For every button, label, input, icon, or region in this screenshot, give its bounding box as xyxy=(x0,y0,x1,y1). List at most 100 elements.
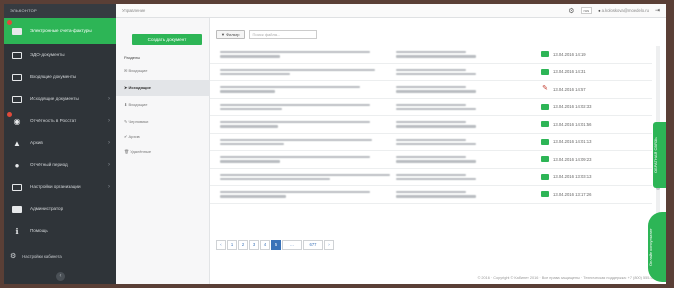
row-meta-blurred xyxy=(396,173,476,183)
page-button[interactable]: › xyxy=(324,240,334,250)
folder-item[interactable]: ✎ Черновики xyxy=(124,119,208,124)
page-button[interactable]: ... xyxy=(282,240,302,250)
table-row[interactable]: ✎ 13.04.2016 14:57 xyxy=(210,81,652,99)
folder-label: Черновики xyxy=(128,119,149,124)
row-date: 13.04.2016 13:03:13 xyxy=(553,174,592,179)
folder-panel: Создать документ Разделы ✉ Входящие ➤ Ис… xyxy=(116,18,210,284)
sidebar-item-org-settings[interactable]: Настройки организации › xyxy=(4,176,116,198)
row-date: 13.04.2016 14:57 xyxy=(553,86,586,92)
status-ok-icon xyxy=(541,51,549,57)
row-title-blurred xyxy=(220,103,380,111)
sidebar-item-outgoing[interactable]: Исходящие документы › xyxy=(4,88,116,110)
create-document-button[interactable]: Создать документ xyxy=(132,34,202,45)
breadcrumb[interactable]: Управление xyxy=(122,8,145,13)
feedback-tab[interactable]: ОБРАТНАЯ СВЯЗЬ xyxy=(653,122,666,188)
sidebar-item-admin[interactable]: Администратор xyxy=(4,198,116,220)
user-icon: ● xyxy=(14,160,20,170)
table-row[interactable]: 13.04.2016 14:19 xyxy=(210,46,652,64)
document-list-panel: ▼ Фильтр Поиск файла... 13.04.2016 14:19… xyxy=(210,18,666,284)
page-button[interactable]: 5 xyxy=(271,240,281,250)
folder-item[interactable]: ✉ Входящие xyxy=(124,68,208,73)
status-ok-icon xyxy=(541,121,549,127)
status-ok-icon xyxy=(541,156,549,162)
sidebar-item-label: ЭДО-документы xyxy=(30,52,65,57)
eye-icon: ◉ xyxy=(13,116,21,126)
folder-item-active[interactable]: ➤ Исходящие xyxy=(116,80,210,96)
table-row[interactable]: 13.04.2016 14:01:56 xyxy=(210,116,652,134)
language-select[interactable]: rus xyxy=(580,7,593,14)
logout-icon[interactable]: ⇥ xyxy=(655,7,660,14)
sidebar-item-period[interactable]: ● Отчётный период › xyxy=(4,154,116,176)
collapse-sidebar-button[interactable]: ‹ xyxy=(56,272,65,281)
folder-item[interactable]: 🗑 Удалённые xyxy=(124,149,208,154)
chevron-right-icon: › xyxy=(108,184,110,190)
gear-icon: ⚙ xyxy=(10,253,17,260)
row-title-blurred xyxy=(220,173,390,181)
table-row[interactable]: 13.04.2016 14:31 xyxy=(210,64,652,81)
sidebar-item-label: Архив xyxy=(30,140,43,145)
sidebar-item-label: Входящие документы xyxy=(30,74,77,79)
sidebar-item-label: Помощь xyxy=(30,228,48,233)
settings-icon[interactable]: ⚙ xyxy=(568,7,574,15)
sidebar-item-label: Администратор xyxy=(30,206,64,211)
row-date: 13.04.2016 14:01:56 xyxy=(553,121,592,127)
table-row[interactable]: 13.04.2016 14:09:23 xyxy=(210,151,652,169)
page-button[interactable]: 2 xyxy=(238,240,248,250)
page-button[interactable]: 3 xyxy=(249,240,259,250)
table-row[interactable]: 13.04.2016 14:02:33 xyxy=(210,99,652,116)
sidebar-item-label: Отчётный период xyxy=(30,162,68,167)
sidebar-item-reports[interactable]: ◉ Отчётность в Росстат › xyxy=(4,110,116,132)
row-title-blurred xyxy=(220,86,380,93)
card-icon xyxy=(10,94,24,104)
footer-copyright: © 2016 · Copyright © Кабинет 2016 · Все … xyxy=(477,276,660,280)
app-window: ЭЛЬКОНТОР Электронные счета-фактуры ЭДО-… xyxy=(4,4,666,284)
user-email: a.koloskova@moedelo.ru xyxy=(601,8,649,13)
row-meta-blurred xyxy=(396,121,476,130)
row-meta-blurred xyxy=(396,156,476,165)
folder-label: Архив xyxy=(128,134,140,139)
page-button[interactable]: 4 xyxy=(260,240,270,250)
row-meta-blurred xyxy=(396,138,476,148)
status-ok-icon xyxy=(541,68,549,75)
sidebar-item-label: Отчётность в Росстат xyxy=(30,118,77,123)
brand: ЭЛЬКОНТОР xyxy=(4,4,116,18)
row-meta-blurred xyxy=(396,68,476,78)
notification-badge xyxy=(7,20,12,25)
page-button[interactable]: ‹ xyxy=(216,240,226,250)
pagination: ‹ 1 2 3 4 5... 677 › xyxy=(216,240,335,250)
search-input[interactable]: Поиск файла... xyxy=(248,29,317,39)
sidebar-item-invoices[interactable]: Электронные счета-фактуры xyxy=(4,18,116,44)
row-title-blurred xyxy=(220,51,380,58)
card-icon xyxy=(10,182,24,192)
invoice-icon xyxy=(10,26,24,36)
table-row[interactable]: 13.04.2016 13:17:26 xyxy=(210,186,652,204)
sidebar-item-archive[interactable]: ▲ Архив › xyxy=(4,132,116,154)
sidebar-item-help[interactable]: ℹ Помощь xyxy=(4,220,116,242)
chevron-right-icon: › xyxy=(108,140,110,146)
row-title-blurred xyxy=(220,156,380,163)
sidebar-item-incoming[interactable]: Входящие документы xyxy=(4,66,116,88)
sidebar-item-label: Электронные счета-фактуры xyxy=(30,28,92,33)
top-bar: Управление ⚙ rus ● a.koloskova@moedelo.r… xyxy=(116,4,666,18)
row-title-blurred xyxy=(220,138,380,146)
user-menu[interactable]: ● a.koloskova@moedelo.ru xyxy=(598,8,649,13)
card-icon xyxy=(10,50,24,60)
sidebar-settings-link[interactable]: ⚙ Настройки кабинета xyxy=(4,246,116,266)
folder-item[interactable]: ⬇ Входящие xyxy=(124,102,208,107)
folder-item[interactable]: ✔ Архив xyxy=(124,134,208,139)
filter-button[interactable]: ▼ Фильтр xyxy=(216,29,245,39)
table-row[interactable]: 13.04.2016 13:03:13 xyxy=(210,169,652,186)
card-icon xyxy=(10,72,24,82)
sidebar: ЭЛЬКОНТОР Электронные счета-фактуры ЭДО-… xyxy=(4,4,116,284)
page-button[interactable]: 677 xyxy=(303,240,323,250)
chevron-right-icon: › xyxy=(108,162,110,168)
row-date: 13.04.2016 14:19 xyxy=(553,51,586,57)
table-row[interactable]: 13.04.2016 14:01:13 xyxy=(210,134,652,151)
status-ok-icon xyxy=(541,103,549,110)
page-button[interactable]: 1 xyxy=(227,240,237,250)
chevron-right-icon: › xyxy=(108,96,110,102)
online-consultant-tab[interactable]: Онлайн консультант xyxy=(648,212,666,282)
sidebar-item-edo[interactable]: ЭДО-документы xyxy=(4,44,116,66)
list-toolbar: ▼ Фильтр Поиск файла... xyxy=(210,28,666,40)
sidebar-item-label: Исходящие документы xyxy=(30,96,79,101)
